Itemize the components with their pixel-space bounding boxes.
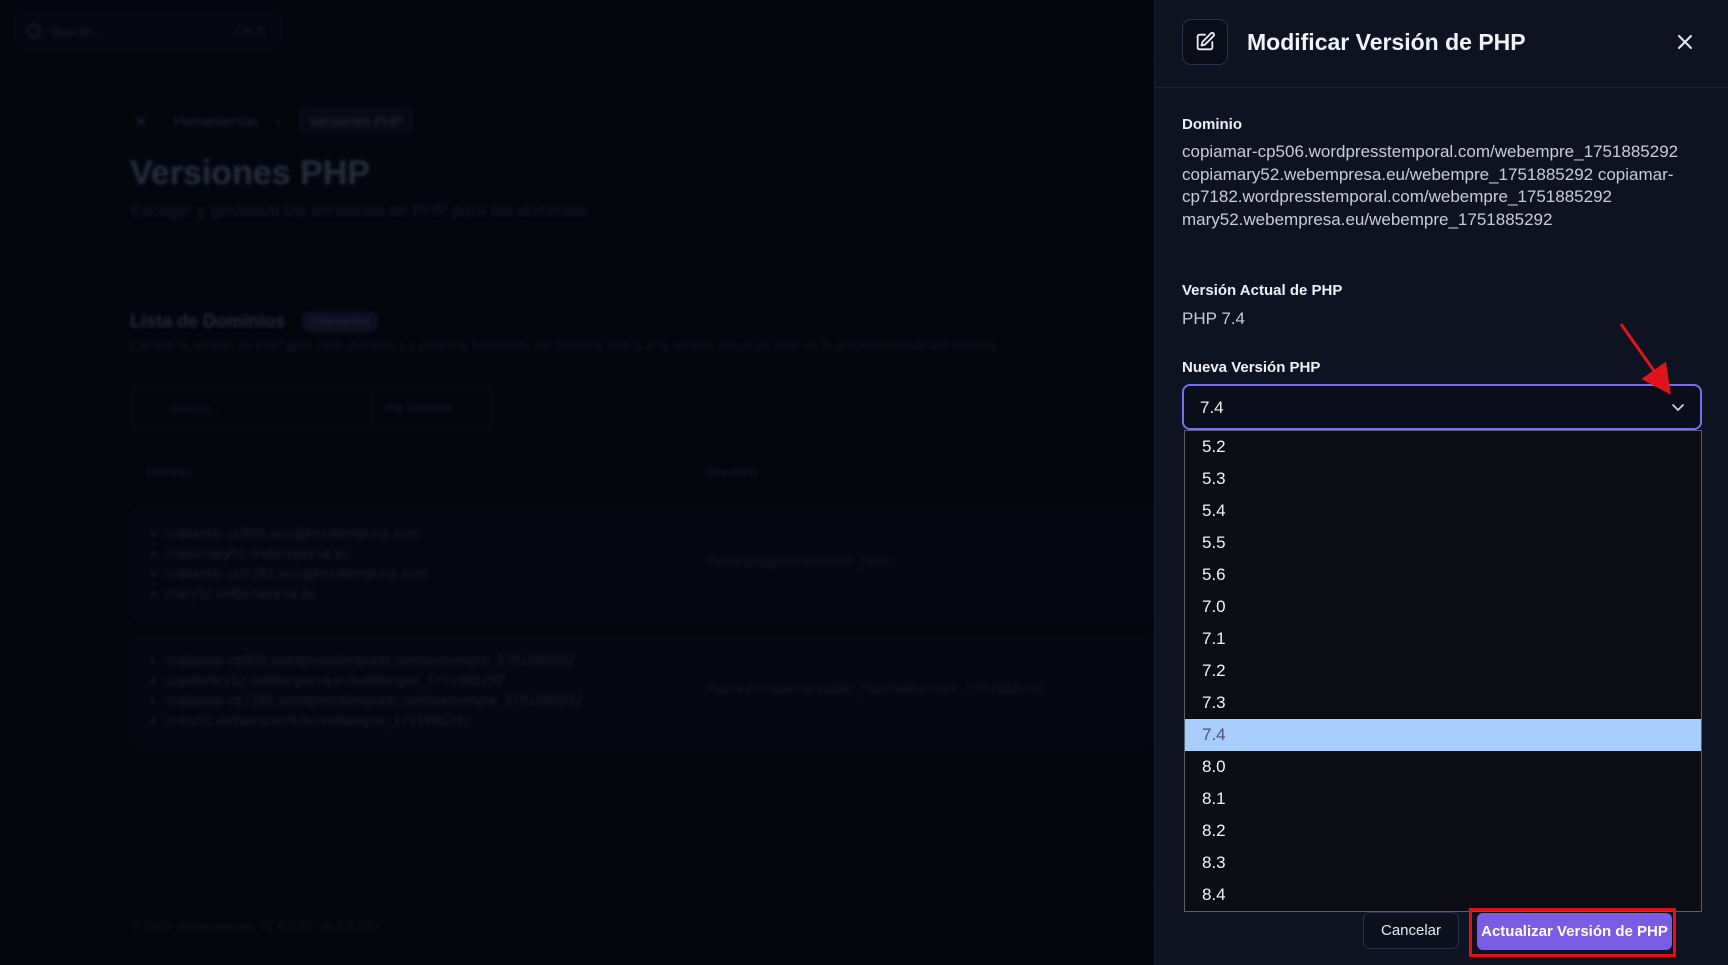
cancel-button[interactable]: Cancelar (1363, 912, 1459, 949)
version-option[interactable]: 5.4 (1185, 495, 1701, 527)
selected-version: 7.4 (1200, 398, 1224, 417)
version-option[interactable]: 8.4 (1185, 879, 1701, 911)
edit-icon (1182, 19, 1228, 65)
panel-header: Modificar Versión de PHP (1155, 0, 1728, 88)
current-version-value: PHP 7.4 (1182, 309, 1246, 328)
version-option[interactable]: 7.3 (1185, 687, 1701, 719)
version-option[interactable]: 8.2 (1185, 815, 1701, 847)
version-option[interactable]: 8.3 (1185, 847, 1701, 879)
modal-overlay[interactable] (0, 0, 1154, 965)
version-option[interactable]: 8.0 (1185, 751, 1701, 783)
update-php-version-button[interactable]: Actualizar Versión de PHP (1477, 913, 1672, 950)
version-option[interactable]: 8.1 (1185, 783, 1701, 815)
version-option[interactable]: 7.1 (1185, 623, 1701, 655)
version-option[interactable]: 5.5 (1185, 527, 1701, 559)
version-option[interactable]: 7.0 (1185, 591, 1701, 623)
version-dropdown-list: 5.2 5.3 5.4 5.5 5.6 7.0 7.1 7.2 7.3 7.4 … (1184, 430, 1702, 912)
version-option[interactable]: 5.6 (1185, 559, 1701, 591)
close-icon[interactable] (1671, 28, 1699, 56)
new-version-label: Nueva Versión PHP (1182, 359, 1321, 376)
panel-title: Modificar Versión de PHP (1247, 29, 1526, 55)
edit-php-version-panel: Modificar Versión de PHP Dominio copiama… (1154, 0, 1728, 965)
version-option-selected[interactable]: 7.4 (1185, 719, 1701, 751)
version-option[interactable]: 5.2 (1185, 431, 1701, 463)
version-option[interactable]: 5.3 (1185, 463, 1701, 495)
version-option[interactable]: 7.2 (1185, 655, 1701, 687)
php-version-select[interactable]: 7.4 (1182, 384, 1702, 430)
domain-label: Dominio (1182, 116, 1242, 133)
domain-value: copiamar-cp506.wordpresstemporal.com/web… (1182, 142, 1679, 229)
current-version-label: Versión Actual de PHP (1182, 282, 1343, 299)
chevron-down-icon (1670, 399, 1686, 420)
